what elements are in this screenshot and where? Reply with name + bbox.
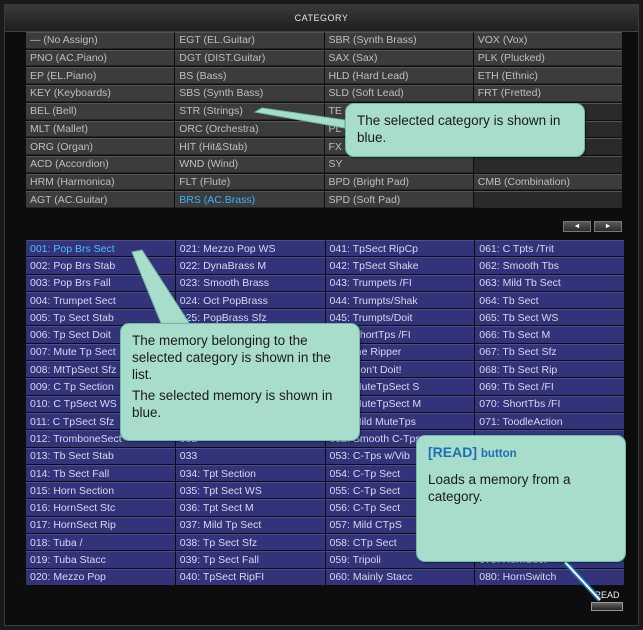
category-item[interactable]: BRS (AC.Brass) <box>175 191 324 208</box>
category-callout: The selected category is shown in blue. <box>345 103 585 157</box>
read-callout-title: [READ] button <box>428 444 614 463</box>
memory-item[interactable]: 063: Mild Tb Sect <box>475 274 624 291</box>
arrow-right-icon: ► <box>604 223 612 230</box>
memory-item[interactable]: 019: Tuba Stacc <box>26 551 175 568</box>
memory-item[interactable]: 018: Tuba / <box>26 534 175 551</box>
page-prev-button[interactable]: ◄ <box>563 221 591 232</box>
memory-item[interactable]: 016: HornSect Stc <box>26 499 175 516</box>
memory-item[interactable]: 066: Tb Sect M <box>475 326 624 343</box>
category-item[interactable]: SY <box>324 155 473 173</box>
memory-callout: The memory belonging to the selected cat… <box>120 323 360 441</box>
memory-item[interactable]: 015: Horn Section <box>26 482 175 499</box>
category-item[interactable]: HLD (Hard Lead) <box>324 67 473 85</box>
category-item[interactable]: DGT (DIST.Guitar) <box>175 49 324 67</box>
category-item[interactable]: VOX (Vox) <box>473 32 622 49</box>
category-callout-text: The selected category is shown in blue. <box>357 113 561 145</box>
memory-item[interactable]: 067: Tb Sect Sfz <box>475 343 624 361</box>
memory-item[interactable]: 024: Oct PopBrass <box>175 291 325 309</box>
memory-item[interactable]: 068: Tb Sect Rip <box>475 361 624 378</box>
category-item[interactable]: ORC (Orchestra) <box>175 120 324 138</box>
category-item[interactable]: EGT (EL.Guitar) <box>175 32 324 49</box>
memory-item[interactable]: 033 <box>175 447 325 464</box>
read-button-bar <box>591 602 623 611</box>
page-next-button[interactable]: ► <box>594 221 622 232</box>
memory-item[interactable]: 044: Trumpts/Shak <box>325 291 475 309</box>
memory-item[interactable]: 041: TpSect RipCp <box>325 240 475 257</box>
memory-item[interactable]: 069: Tb Sect /FI <box>475 378 624 395</box>
category-item[interactable]: BEL (Bell) <box>26 102 175 120</box>
category-item[interactable] <box>473 191 622 208</box>
memory-item[interactable]: 034: Tpt Section <box>175 464 325 482</box>
read-callout-text: Loads a memory from a category. <box>428 472 571 504</box>
category-item[interactable]: ETH (Ethnic) <box>473 67 622 85</box>
category-item[interactable]: EP (EL.Piano) <box>26 67 175 85</box>
memory-item[interactable]: 064: Tb Sect <box>475 291 624 309</box>
memory-item[interactable]: 038: Tp Sect Sfz <box>175 534 325 551</box>
category-item[interactable]: WND (Wind) <box>175 155 324 173</box>
memory-item[interactable]: 002: Pop Brs Stab <box>26 257 175 274</box>
category-item[interactable]: PLK (Plucked) <box>473 49 622 67</box>
memory-item[interactable]: 023: Smooth Brass <box>175 274 325 291</box>
memory-item[interactable]: 021: Mezzo Pop WS <box>175 240 325 257</box>
category-item[interactable]: KEY (Keyboards) <box>26 85 175 102</box>
memory-callout-line1: The memory belonging to the selected cat… <box>132 333 331 382</box>
window-title: CATEGORY <box>5 5 638 32</box>
memory-callout-line2: The selected memory is shown in blue. <box>132 388 333 420</box>
read-callout-title-main: [READ] <box>428 444 477 460</box>
memory-item[interactable]: 001: Pop Brs Sect <box>26 240 175 257</box>
category-item[interactable]: SBS (Synth Bass) <box>175 85 324 102</box>
category-item[interactable]: FLT (Flute) <box>175 173 324 191</box>
memory-item[interactable]: 035: Tpt Sect WS <box>175 482 325 499</box>
memory-item[interactable]: 062: Smooth Tbs <box>475 257 624 274</box>
category-item[interactable]: AGT (AC.Guitar) <box>26 191 175 208</box>
category-item[interactable] <box>473 155 622 173</box>
category-item[interactable]: — (No Assign) <box>26 32 175 49</box>
memory-item[interactable]: 037: Mild Tp Sect <box>175 516 325 534</box>
category-item[interactable]: BS (Bass) <box>175 67 324 85</box>
memory-item[interactable]: 065: Tb Sect WS <box>475 309 624 326</box>
category-item[interactable]: MLT (Mallet) <box>26 120 175 138</box>
memory-item[interactable]: 017: HornSect Rip <box>26 516 175 534</box>
category-item[interactable]: ORG (Organ) <box>26 138 175 155</box>
memory-item[interactable]: 022: DynaBrass M <box>175 257 325 274</box>
memory-item[interactable]: 003: Pop Brs Fall <box>26 274 175 291</box>
memory-item[interactable]: 043: Trumpets /FI <box>325 274 475 291</box>
category-item[interactable]: BPD (Bright Pad) <box>324 173 473 191</box>
memory-item[interactable]: 039: Tp Sect Fall <box>175 551 325 568</box>
memory-item[interactable]: 070: ShortTbs /FI <box>475 395 624 412</box>
category-item[interactable]: HIT (Hit&Stab) <box>175 138 324 155</box>
category-item[interactable]: HRM (Harmonica) <box>26 173 175 191</box>
memory-item[interactable]: 080: HornSwitch <box>475 568 624 585</box>
category-item[interactable]: SBR (Synth Brass) <box>324 32 473 49</box>
category-item[interactable]: ACD (Accordion) <box>26 155 175 173</box>
memory-item[interactable]: 014: Tb Sect Fall <box>26 464 175 482</box>
read-callout: [READ] button Loads a memory from a cate… <box>416 435 626 562</box>
category-item[interactable]: PNO (AC.Piano) <box>26 49 175 67</box>
memory-item[interactable]: 042: TpSect Shake <box>325 257 475 274</box>
memory-item[interactable]: 071: ToodleAction <box>475 412 624 430</box>
arrow-left-icon: ◄ <box>573 223 581 230</box>
category-item[interactable]: SPD (Soft Pad) <box>324 191 473 208</box>
category-item[interactable]: FRT (Fretted) <box>473 85 622 102</box>
memory-item[interactable]: 004: Trumpet Sect <box>26 291 175 309</box>
category-item[interactable]: SAX (Sax) <box>324 49 473 67</box>
read-button[interactable]: READ <box>590 590 624 618</box>
memory-item[interactable]: 036: Tpt Sect M <box>175 499 325 516</box>
category-item[interactable]: STR (Strings) <box>175 102 324 120</box>
memory-item[interactable]: 020: Mezzo Pop <box>26 568 175 585</box>
memory-item[interactable]: 040: TpSect RipFI <box>175 568 325 585</box>
memory-item[interactable]: 061: C Tpts /Trit <box>475 240 624 257</box>
category-item[interactable]: SLD (Soft Lead) <box>324 85 473 102</box>
read-button-label: READ <box>594 590 620 600</box>
read-callout-title-suffix: button <box>480 448 517 460</box>
category-item[interactable]: CMB (Combination) <box>473 173 622 191</box>
memory-item[interactable]: 013: Tb Sect Stab <box>26 447 175 464</box>
memory-item[interactable]: 060: Mainly Stacc <box>325 568 475 585</box>
